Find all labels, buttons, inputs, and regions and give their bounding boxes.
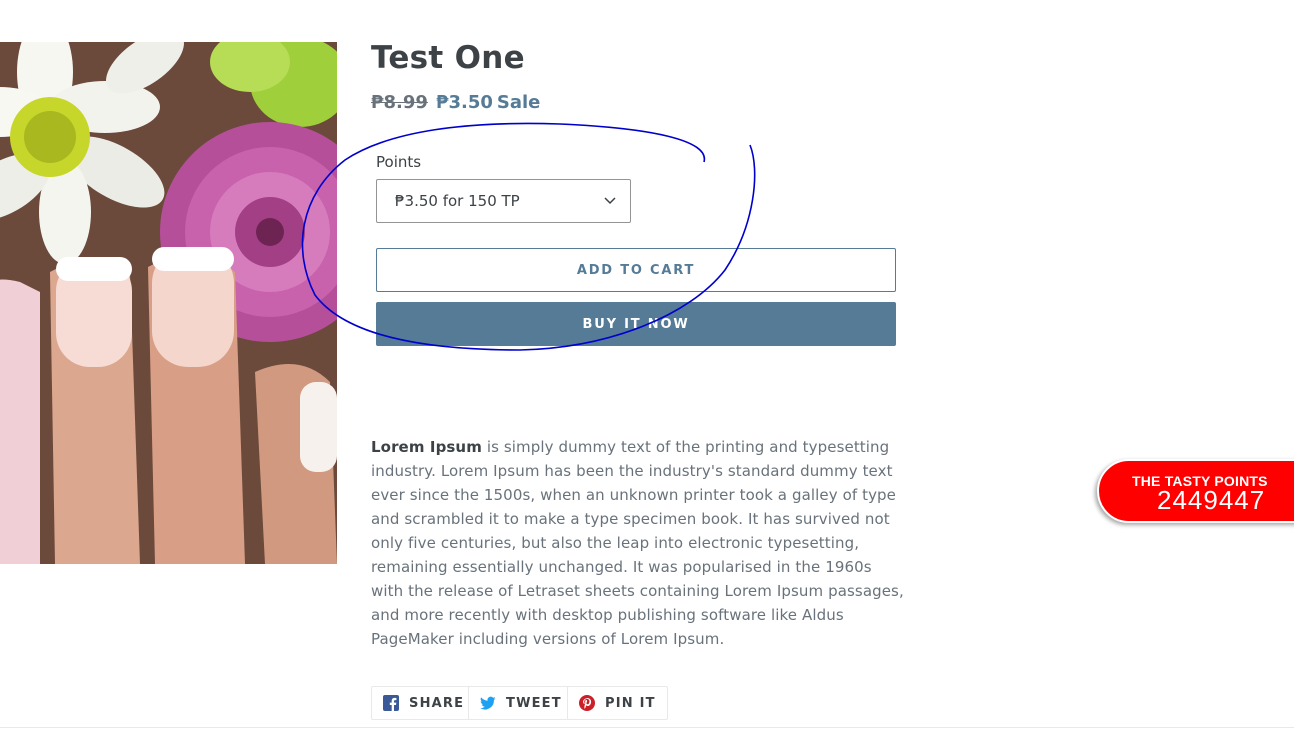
- points-label: Points: [376, 153, 422, 171]
- chevron-down-icon: [604, 197, 616, 205]
- flower-nails-photo: [0, 42, 337, 564]
- tasty-points-widget[interactable]: THE TASTY POINTS 2449447: [1097, 459, 1294, 523]
- footer-divider: [0, 727, 1294, 728]
- product-title: Test One: [371, 40, 525, 76]
- share-pinterest-button[interactable]: PIN IT: [567, 686, 668, 720]
- points-select-value: ₱3.50 for 150 TP: [395, 192, 520, 210]
- price-row: ₱8.99 ₱3.50 Sale: [371, 92, 540, 113]
- buy-it-now-button[interactable]: BUY IT NOW: [376, 302, 896, 346]
- points-select[interactable]: ₱3.50 for 150 TP: [376, 179, 631, 223]
- original-price: ₱8.99: [371, 92, 428, 113]
- share-facebook-button[interactable]: SHARE: [371, 686, 477, 720]
- facebook-icon: [383, 695, 399, 711]
- twitter-icon: [480, 696, 496, 710]
- product-description: Lorem Ipsum is simply dummy text of the …: [371, 435, 906, 651]
- product-image[interactable]: [0, 42, 337, 564]
- tasty-points-value: 2449447: [1157, 485, 1266, 515]
- description-body: is simply dummy text of the printing and…: [371, 438, 904, 648]
- description-lead: Lorem Ipsum: [371, 438, 482, 456]
- share-twitter-button[interactable]: TWEET: [468, 686, 574, 720]
- share-twitter-label: TWEET: [506, 695, 562, 711]
- sale-label: Sale: [496, 92, 541, 113]
- add-to-cart-button[interactable]: ADD TO CART: [376, 248, 896, 292]
- sale-price: ₱3.50: [435, 92, 493, 113]
- share-facebook-label: SHARE: [409, 695, 465, 711]
- share-pinterest-label: PIN IT: [605, 695, 656, 711]
- pinterest-icon: [579, 695, 595, 711]
